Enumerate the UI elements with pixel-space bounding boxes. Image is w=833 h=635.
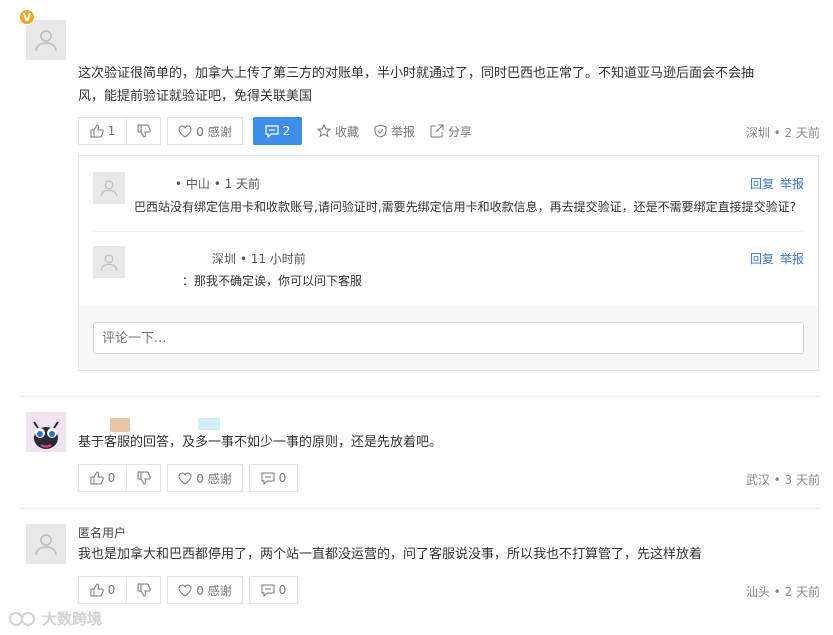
watermark-text: 大数跨境 xyxy=(42,610,103,628)
thanks-button[interactable]: 0 感谢 xyxy=(167,464,243,492)
thanks-count: 0 感谢 xyxy=(196,124,232,139)
reply-actions: 回复 举报 xyxy=(744,250,804,267)
thanks-button[interactable]: 0 感谢 xyxy=(167,117,243,145)
comment-text: 基于客服的回答，及多一事不如少一事的原则，还是先放着吧。 xyxy=(78,435,443,450)
replies-toggle-button[interactable]: 0 xyxy=(249,576,298,604)
heart-icon xyxy=(178,583,192,597)
comment-divider xyxy=(20,508,820,509)
verified-badge-icon: V xyxy=(19,9,35,25)
replies-count: 0 xyxy=(278,583,287,597)
report-link[interactable]: 举报 xyxy=(780,252,804,266)
reply-avatar[interactable] xyxy=(93,172,125,204)
report-link[interactable]: 举报 xyxy=(780,177,804,191)
thumbs-up-icon xyxy=(90,583,104,597)
dislike-button[interactable] xyxy=(126,117,161,145)
heart-icon xyxy=(178,471,192,485)
user-silhouette-icon xyxy=(35,534,57,556)
report-button[interactable]: 举报 xyxy=(374,123,415,140)
thumbs-up-icon xyxy=(90,124,104,138)
comment-location-time: 深圳 • 2 天前 xyxy=(745,126,820,140)
like-button[interactable]: 1 xyxy=(78,117,127,145)
reply-divider xyxy=(93,231,803,232)
collect-label: 收藏 xyxy=(335,124,360,139)
shield-icon xyxy=(374,124,387,138)
reply-meta: 深圳 • 11 小时前 xyxy=(212,252,306,266)
like-count: 1 xyxy=(107,124,116,138)
replies-count: 0 xyxy=(278,471,287,485)
heart-icon xyxy=(178,124,192,138)
thumbs-down-icon xyxy=(137,583,151,597)
comment-location-time: 汕头 • 2 天前 xyxy=(745,585,820,599)
reply-meta: • 中山 • 1 天前 xyxy=(175,177,261,191)
thanks-button[interactable]: 0 感谢 xyxy=(167,576,243,604)
like-button[interactable]: 0 xyxy=(78,576,127,604)
reply-button[interactable]: 回复 xyxy=(750,177,774,191)
comment-icon xyxy=(265,124,279,138)
thumbs-down-icon xyxy=(137,124,151,138)
cartoon-avatar-icon xyxy=(26,412,66,452)
blurred-username xyxy=(198,418,220,430)
comment-actions: 0 0 感谢 0 xyxy=(78,576,298,604)
like-count: 0 xyxy=(107,583,116,597)
user-silhouette-icon xyxy=(100,180,118,197)
comment-text: 这次验证很简单的，加拿大上传了第三方的对账单，半小时就通过了，同时巴西也正常了。… xyxy=(78,62,818,108)
comment-actions: 0 0 感谢 0 xyxy=(78,464,298,492)
replies-toggle-button[interactable]: 2 xyxy=(253,117,302,145)
replies-count: 2 xyxy=(282,124,291,138)
comment-icon xyxy=(261,472,275,485)
reply-text: ：那我不确定诶，你可以问下客服 xyxy=(182,274,363,288)
comment-icon xyxy=(261,584,275,597)
watermark: 大数跨境 xyxy=(8,608,102,629)
comment-text-line: 这次验证很简单的，加拿大上传了第三方的对账单，半小时就通过了，同时巴西也正常了。… xyxy=(78,66,755,81)
dislike-button[interactable] xyxy=(126,576,161,604)
reply-text: 巴西站没有绑定信用卡和收款账号,请问验证时,需要先绑定信用卡和收款信息，再去提交… xyxy=(134,200,797,214)
user-silhouette-icon xyxy=(100,254,118,271)
thumbs-down-icon xyxy=(137,471,151,485)
share-icon xyxy=(430,124,444,138)
thanks-count: 0 感谢 xyxy=(196,583,232,598)
comment-location-time: 武汉 • 3 天前 xyxy=(745,473,820,487)
comment-actions: 1 0 感谢 2 收藏 举报 分享 xyxy=(78,117,472,145)
comment-divider xyxy=(20,396,820,397)
share-label: 分享 xyxy=(448,124,473,139)
like-count: 0 xyxy=(107,471,116,485)
dislike-button[interactable] xyxy=(126,464,161,492)
reply-actions: 回复 举报 xyxy=(744,175,804,192)
username[interactable]: 匿名用户 xyxy=(78,524,126,541)
comment-text-line: 风，能提前验证就验证吧，免得关联美国 xyxy=(78,89,313,104)
replies-toggle-button[interactable]: 0 xyxy=(249,464,298,492)
collect-button[interactable]: 收藏 xyxy=(317,123,359,140)
reply-button[interactable]: 回复 xyxy=(750,252,774,266)
share-button[interactable]: 分享 xyxy=(430,123,472,140)
blurred-username xyxy=(110,418,130,432)
user-silhouette-icon xyxy=(35,30,57,52)
avatar[interactable] xyxy=(26,412,66,452)
like-button[interactable]: 0 xyxy=(78,464,127,492)
avatar[interactable] xyxy=(26,524,66,564)
avatar[interactable] xyxy=(26,20,66,60)
comment-text: 我也是加拿大和巴西都停用了，两个站一直都没运营的，问了客服说没事，所以我也不打算… xyxy=(78,547,703,562)
report-label: 举报 xyxy=(391,124,416,139)
thanks-count: 0 感谢 xyxy=(196,471,232,486)
star-icon xyxy=(317,124,331,138)
watermark-logo-icon xyxy=(9,611,35,626)
reply-avatar[interactable] xyxy=(93,246,125,278)
thumbs-up-icon xyxy=(90,471,104,485)
comment-input[interactable] xyxy=(93,322,804,354)
